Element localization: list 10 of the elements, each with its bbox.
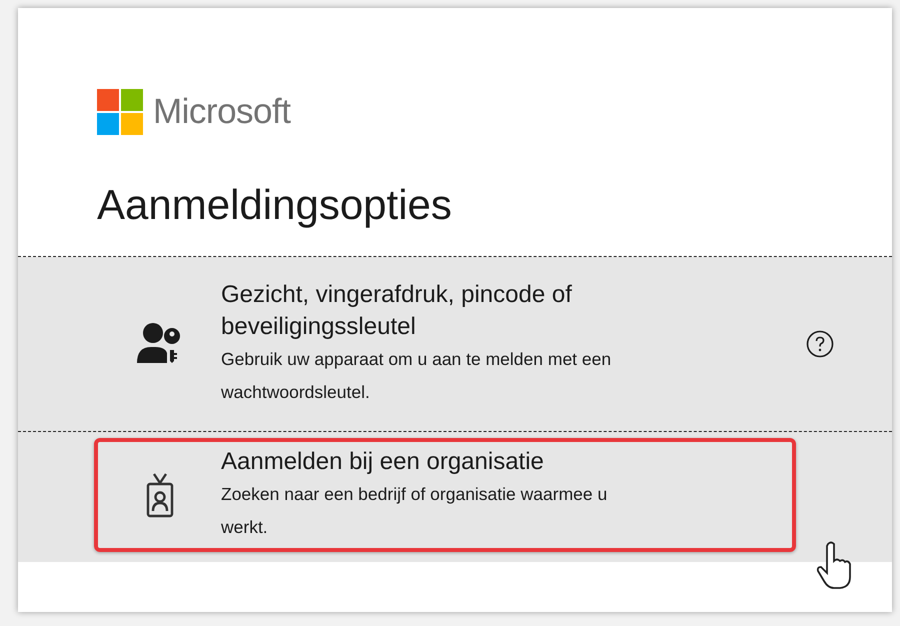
id-badge-icon xyxy=(146,472,174,518)
option-description: Gebruik uw apparaat om u aan te melden met een wachtwoordsleutel. xyxy=(221,348,612,404)
page-title: Aanmeldingsopties xyxy=(96,180,453,230)
option-title: Aanmelden bij een organisatie xyxy=(221,447,545,477)
brand-name: Microsoft xyxy=(153,92,290,132)
option-description: Zoeken naar een bedrijf of organisatie waarmee u werkt. xyxy=(221,483,608,539)
help-icon[interactable] xyxy=(806,330,834,358)
logo-icon xyxy=(97,89,143,135)
signin-option[interactable]: Aanmelden bij een organisatie Zoeken naar een bedrijf of organisatie waarmee u werkt. xyxy=(94,438,796,552)
option-title: Gezicht, vingerafdruk, pincode of beveiligingssleutel xyxy=(221,280,573,342)
